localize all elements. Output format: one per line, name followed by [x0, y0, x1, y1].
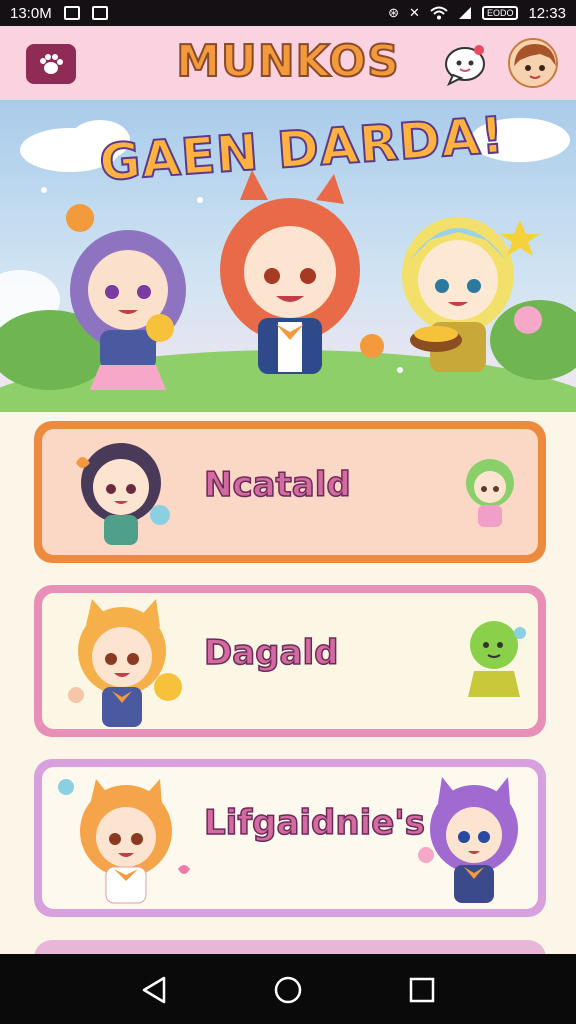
character-card-3[interactable]: Lifgaidnie's [34, 759, 546, 917]
wifi-icon [430, 6, 448, 20]
paw-icon [40, 54, 63, 74]
battery-indicator: EODO [481, 6, 519, 20]
hero-banner: GAEN DARDA! [0, 100, 576, 412]
back-triangle-icon[interactable] [138, 974, 170, 1006]
chat-button[interactable] [443, 42, 489, 88]
status-time-right: 12:33 [528, 4, 566, 22]
character-card-1[interactable]: Ncatald [34, 421, 546, 563]
app-title: MUNKOS [175, 35, 400, 88]
chat-bubble-icon [445, 45, 485, 87]
character-card-2[interactable]: Dagald [34, 585, 546, 737]
card-1-character-left [76, 443, 170, 545]
nfc-icon: ⊛ [388, 5, 400, 20]
system-nav-bar [0, 954, 576, 1024]
mute-icon: ✕ [409, 5, 420, 20]
app-notification-icon [91, 6, 108, 20]
status-time-left: 13:0M [10, 4, 52, 22]
app-header: MUNKOS [0, 26, 576, 100]
card-2-character-right [468, 621, 526, 697]
status-bar: 13:0M ⊛ ✕ EODO 12:33 [0, 0, 576, 26]
card-3-character-right [418, 777, 518, 903]
menu-button[interactable] [26, 44, 76, 84]
card-1-character-right [466, 459, 514, 527]
user-avatar[interactable] [508, 38, 558, 88]
card-1-label: Ncatald [203, 464, 351, 506]
gallery-notification-icon [63, 6, 80, 20]
recent-square-icon[interactable] [406, 974, 438, 1006]
avatar-face-icon [510, 40, 556, 86]
card-2-character-left [68, 599, 182, 727]
card-2-label: Dagald [203, 632, 339, 674]
signal-icon [458, 7, 471, 19]
card-3-character-left [58, 779, 190, 904]
card-3-label: Lifgaidnie's [203, 802, 425, 844]
home-circle-icon[interactable] [272, 974, 304, 1006]
